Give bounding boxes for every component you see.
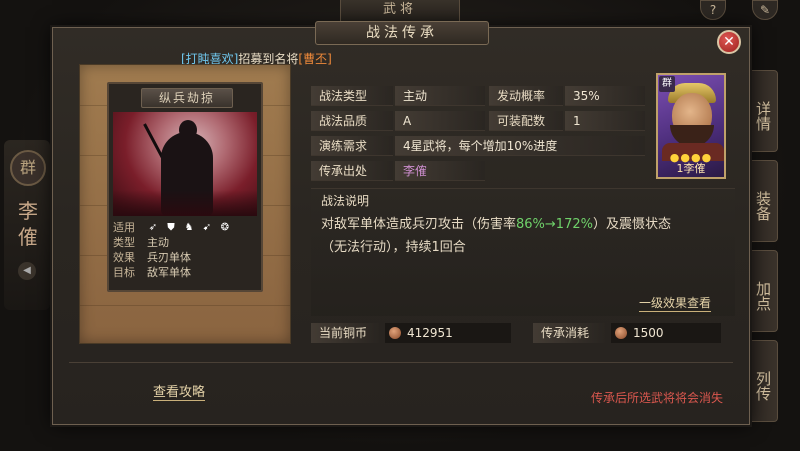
copper-value: 412951	[407, 326, 453, 340]
cost-value: 1500	[633, 326, 664, 340]
coin-icon	[615, 327, 627, 339]
tactic-inherit-dialog: 战法传承 ✕ [打盹喜欢]招募到名将[曹丕] 纵兵劫掠 适用 ➶ ⛊ ♞ ➹ ❂…	[52, 21, 750, 425]
quality-label: 战法品质	[311, 111, 393, 131]
card-label-type: 类型	[113, 236, 135, 249]
speaker-icon[interactable]: ◀	[18, 262, 36, 280]
close-button[interactable]: ✕	[717, 30, 741, 54]
general-portrait[interactable]: 群 ●●●● 1李傕	[656, 73, 726, 179]
card-value-effect: 兵刃单体	[147, 251, 191, 264]
general-name: 李傕	[18, 199, 38, 249]
side-tabs: 详情 装备 加点 列传	[748, 70, 778, 430]
level-effect-link[interactable]: 一级效果查看	[638, 294, 711, 312]
requirement-label: 演练需求	[311, 136, 393, 156]
card-label-effect: 效果	[113, 251, 135, 264]
faction-tag: 群	[659, 76, 675, 92]
tactic-artwork	[113, 112, 257, 216]
description-title: 战法说明	[321, 194, 370, 208]
divider	[69, 362, 733, 363]
coin-icon	[389, 327, 401, 339]
close-icon: ✕	[723, 34, 735, 50]
page-title: 武将	[340, 0, 460, 22]
card-value-type: 主动	[147, 236, 169, 249]
copper-label: 当前铜币	[311, 323, 381, 343]
quality-value: A	[395, 111, 485, 131]
tab-biography[interactable]: 列传	[748, 340, 778, 422]
copper-value-box: 412951	[385, 323, 511, 343]
card-value-target: 敌军单体	[147, 266, 191, 279]
source-label: 传承出处	[311, 161, 393, 181]
dialog-title: 战法传承	[315, 21, 489, 45]
cavalry-icon: ♞	[184, 222, 194, 233]
cost-label: 传承消耗	[533, 323, 607, 343]
tab-equipment[interactable]: 装备	[748, 160, 778, 242]
currency-row: 当前铜币 412951 传承消耗 1500	[311, 323, 735, 345]
rate-value: 35%	[565, 86, 645, 106]
type-value: 主动	[395, 86, 485, 106]
card-label-applicable: 适用	[113, 221, 135, 234]
description-text: 对敌军单体造成兵刃攻击（伤害率86%→172%）及震慑状态 （无法行动），持续1…	[321, 217, 671, 255]
wheel-icon: ❂	[220, 222, 230, 233]
tactic-description: 战法说明 对敌军单体造成兵刃攻击（伤害率86%→172%）及震慑状态 （无法行动…	[311, 188, 735, 316]
tab-points[interactable]: 加点	[748, 250, 778, 332]
faction-badge: 群	[10, 150, 46, 186]
type-label: 战法类型	[311, 86, 393, 106]
warning-text: 传承后所选武将将会消失	[590, 391, 723, 405]
requirement-value: 4星武将，每个增加10%进度	[395, 136, 645, 156]
cost-value-box: 1500	[611, 323, 721, 343]
guide-link[interactable]: 查看攻略	[153, 381, 206, 401]
damage-rate: 86%→172%	[516, 217, 593, 232]
source-link[interactable]: 李傕	[395, 161, 485, 181]
spear-icon: ➹	[202, 222, 212, 233]
portrait-name: 1李傕	[676, 162, 706, 175]
tab-details[interactable]: 详情	[748, 70, 778, 152]
slots-value: 1	[565, 111, 645, 131]
tactic-info-table: 战法类型 主动 发动概率 35% 战法品质 A 可装配数 1 演练需求 4星武将…	[311, 86, 651, 186]
hero-name[interactable]: [曹丕]	[298, 52, 331, 66]
tactic-name: 纵兵劫掠	[141, 88, 233, 108]
bow-icon: ➶	[148, 222, 158, 233]
tactic-card-info: 适用 ➶ ⛊ ♞ ➹ ❂ 类型 主动 效果 兵刃单体 目标 敌军单体	[113, 220, 257, 280]
card-label-target: 目标	[113, 266, 135, 279]
shield-icon: ⛊	[167, 222, 175, 233]
slots-label: 可装配数	[489, 111, 563, 131]
rate-label: 发动概率	[489, 86, 563, 106]
tactic-card[interactable]: 纵兵劫掠 适用 ➶ ⛊ ♞ ➹ ❂ 类型 主动 效果 兵刃单体 目标 敌军单体	[107, 82, 263, 292]
